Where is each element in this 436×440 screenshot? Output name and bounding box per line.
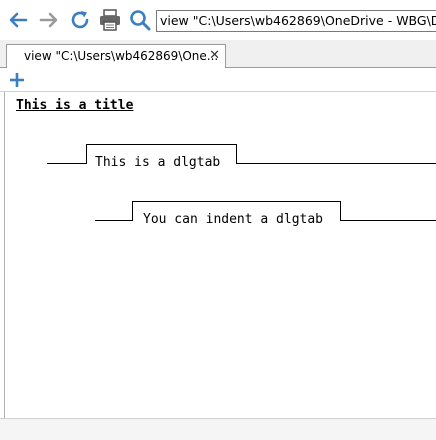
forward-arrow-icon[interactable] (37, 8, 61, 32)
dlgtab-indented-right-rule (340, 220, 436, 221)
toolbar: view "C:\Users\wb462869\OneDrive - WBG\D… (0, 0, 436, 40)
search-icon[interactable] (128, 8, 152, 32)
page-title: This is a title (16, 98, 134, 113)
bottom-scroll-area (0, 418, 436, 440)
dlgtab-indented-left-rule (95, 220, 133, 221)
back-arrow-icon[interactable] (6, 8, 30, 32)
close-icon[interactable]: ✕ (209, 45, 220, 67)
document-view: This is a title This is a dlgtab You can… (4, 92, 436, 418)
tab-view-file[interactable]: view "C:\Users\wb462869\One... ✕ (6, 44, 226, 68)
address-bar[interactable]: view "C:\Users\wb462869\OneDrive - WBG\D… (156, 10, 436, 32)
dlgtab-label: This is a dlgtab (95, 155, 221, 170)
dlgtab-left-rule (47, 163, 87, 164)
dlgtab-right-rule (236, 163, 436, 164)
tab-strip: view "C:\Users\wb462869\One... ✕ (0, 40, 436, 68)
plus-icon[interactable] (9, 72, 25, 88)
tab-label: view "C:\Users\wb462869\One... (24, 49, 219, 63)
dlgtab-indented-label: You can indent a dlgtab (143, 212, 324, 227)
refresh-icon[interactable] (68, 8, 92, 32)
printer-icon[interactable] (98, 8, 122, 32)
new-tab-row (0, 68, 436, 92)
